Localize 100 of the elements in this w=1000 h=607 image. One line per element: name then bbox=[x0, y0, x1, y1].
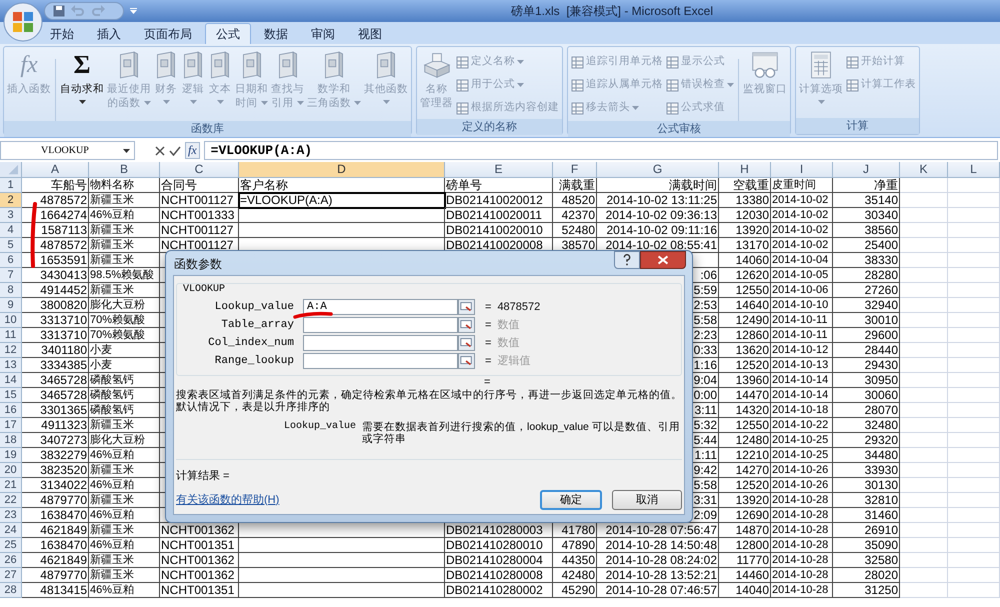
row-header[interactable]: 21 bbox=[0, 478, 22, 493]
table-cell: 1587113 bbox=[22, 223, 89, 238]
ribbon-tab[interactable]: 公式 bbox=[205, 23, 251, 44]
table-cell: 46%豆粕 bbox=[89, 448, 160, 463]
row-header[interactable]: 19 bbox=[0, 448, 22, 463]
column-header[interactable]: H bbox=[719, 162, 771, 178]
row-header[interactable]: 14 bbox=[0, 373, 22, 388]
row-header[interactable]: 24 bbox=[0, 523, 22, 538]
empty-cell bbox=[948, 313, 1000, 328]
table-cell: DB021410280004 bbox=[445, 553, 553, 568]
dialog-button[interactable]: 确定 bbox=[540, 490, 602, 510]
name-box[interactable]: VLOOKUP bbox=[0, 141, 135, 160]
row-header[interactable]: 6 bbox=[0, 253, 22, 268]
row-header[interactable]: 27 bbox=[0, 568, 22, 583]
table-cell: 28280 bbox=[833, 268, 900, 283]
column-header[interactable]: I bbox=[771, 162, 833, 178]
column-header[interactable]: K bbox=[900, 162, 948, 178]
table-cell: 皮重时间 bbox=[771, 178, 833, 193]
customize-icon[interactable] bbox=[130, 8, 137, 14]
row-header[interactable]: 3 bbox=[0, 208, 22, 223]
table-cell: 2014-10-28 bbox=[771, 583, 833, 598]
row-header[interactable]: 26 bbox=[0, 553, 22, 568]
table-cell: 13380 bbox=[719, 193, 771, 208]
range-select-button[interactable] bbox=[458, 299, 475, 315]
dialog-button[interactable]: 取消 bbox=[612, 490, 682, 510]
table-cell: 30060 bbox=[833, 388, 900, 403]
column-header[interactable]: C bbox=[160, 162, 239, 178]
table-cell: DB021410020011 bbox=[445, 208, 553, 223]
grid-icon bbox=[666, 56, 679, 68]
close-button[interactable] bbox=[640, 251, 686, 269]
row-header[interactable]: 4 bbox=[0, 223, 22, 238]
table-cell: 14320 bbox=[719, 403, 771, 418]
column-header[interactable]: A bbox=[22, 162, 89, 178]
column-header[interactable]: G bbox=[597, 162, 719, 178]
table-cell: 1638470 bbox=[22, 538, 89, 553]
input-field[interactable] bbox=[303, 335, 458, 351]
insert-function-button[interactable]: fx bbox=[185, 142, 200, 159]
help-button[interactable] bbox=[614, 251, 640, 269]
table-cell: 3430413 bbox=[22, 268, 89, 283]
range-select-button[interactable] bbox=[458, 353, 475, 369]
table-cell: 34480 bbox=[833, 448, 900, 463]
table-cell: 12210 bbox=[719, 448, 771, 463]
column-header[interactable]: F bbox=[553, 162, 597, 178]
row-header[interactable]: 28 bbox=[0, 583, 22, 598]
range-select-button[interactable] bbox=[458, 317, 475, 333]
row-header[interactable]: 23 bbox=[0, 508, 22, 523]
row-header[interactable]: 17 bbox=[0, 418, 22, 433]
row-header[interactable]: 12 bbox=[0, 343, 22, 358]
ribbon-tab[interactable]: 页面布局 bbox=[134, 23, 202, 44]
input-field[interactable] bbox=[303, 353, 458, 369]
table-cell: 2014-10-28 07:46:57 bbox=[597, 583, 719, 598]
row-header[interactable]: 18 bbox=[0, 433, 22, 448]
row-header[interactable]: 13 bbox=[0, 358, 22, 373]
ribbon-tab[interactable]: 插入 bbox=[87, 23, 131, 44]
ribbon-button[interactable]: Σ 自动求和 bbox=[59, 51, 105, 104]
ribbon-tab[interactable]: 数据 bbox=[254, 23, 298, 44]
table-cell: 14870 bbox=[719, 523, 771, 538]
row-header[interactable]: 20 bbox=[0, 463, 22, 478]
ribbon-tab[interactable]: 视图 bbox=[348, 23, 392, 44]
empty-cell bbox=[900, 313, 948, 328]
ribbon-tab[interactable]: 开始 bbox=[40, 23, 84, 44]
table-cell: 27260 bbox=[833, 283, 900, 298]
formula-field[interactable]: =VLOOKUP(A:A) bbox=[204, 141, 998, 160]
table-cell: 2014-10-12 bbox=[771, 343, 833, 358]
row-header[interactable]: 10 bbox=[0, 313, 22, 328]
input-field[interactable] bbox=[303, 317, 458, 333]
save-icon[interactable] bbox=[53, 5, 65, 17]
row-header[interactable]: 8 bbox=[0, 283, 22, 298]
row-header[interactable]: 25 bbox=[0, 538, 22, 553]
column-header[interactable]: B bbox=[89, 162, 160, 178]
table-cell: 38560 bbox=[833, 223, 900, 238]
ribbon-tab[interactable]: 审阅 bbox=[301, 23, 345, 44]
row-header[interactable]: 5 bbox=[0, 238, 22, 253]
check-icon[interactable] bbox=[169, 146, 181, 156]
cancel-icon[interactable] bbox=[155, 146, 165, 156]
row-header[interactable]: 11 bbox=[0, 328, 22, 343]
table-cell: DB021410280008 bbox=[445, 568, 553, 583]
row-header[interactable]: 7 bbox=[0, 268, 22, 283]
row-header[interactable]: 9 bbox=[0, 298, 22, 313]
row-header[interactable]: 22 bbox=[0, 493, 22, 508]
table-cell: 1664274 bbox=[22, 208, 89, 223]
input-field[interactable]: A:A bbox=[303, 299, 458, 315]
column-header[interactable]: E bbox=[445, 162, 553, 178]
caret-icon bbox=[190, 100, 196, 104]
row-header[interactable]: 15 bbox=[0, 388, 22, 403]
row-header[interactable]: 16 bbox=[0, 403, 22, 418]
empty-cell bbox=[948, 508, 1000, 523]
range-select-button[interactable] bbox=[458, 335, 475, 351]
empty-cell bbox=[900, 508, 948, 523]
table-cell: 38330 bbox=[833, 253, 900, 268]
column-header[interactable]: D bbox=[239, 162, 445, 178]
column-header[interactable]: L bbox=[948, 162, 1000, 178]
grid-icon bbox=[571, 78, 584, 92]
column-header[interactable]: J bbox=[833, 162, 900, 178]
table-cell: 26910 bbox=[833, 523, 900, 538]
field-label: Lookup_value bbox=[214, 300, 294, 315]
row-header[interactable]: 2 bbox=[0, 193, 22, 208]
help-link[interactable]: 有关该函数的帮助(H) bbox=[176, 492, 280, 508]
table-cell: 2014-10-06 bbox=[771, 283, 833, 298]
row-header[interactable]: 1 bbox=[0, 178, 22, 193]
